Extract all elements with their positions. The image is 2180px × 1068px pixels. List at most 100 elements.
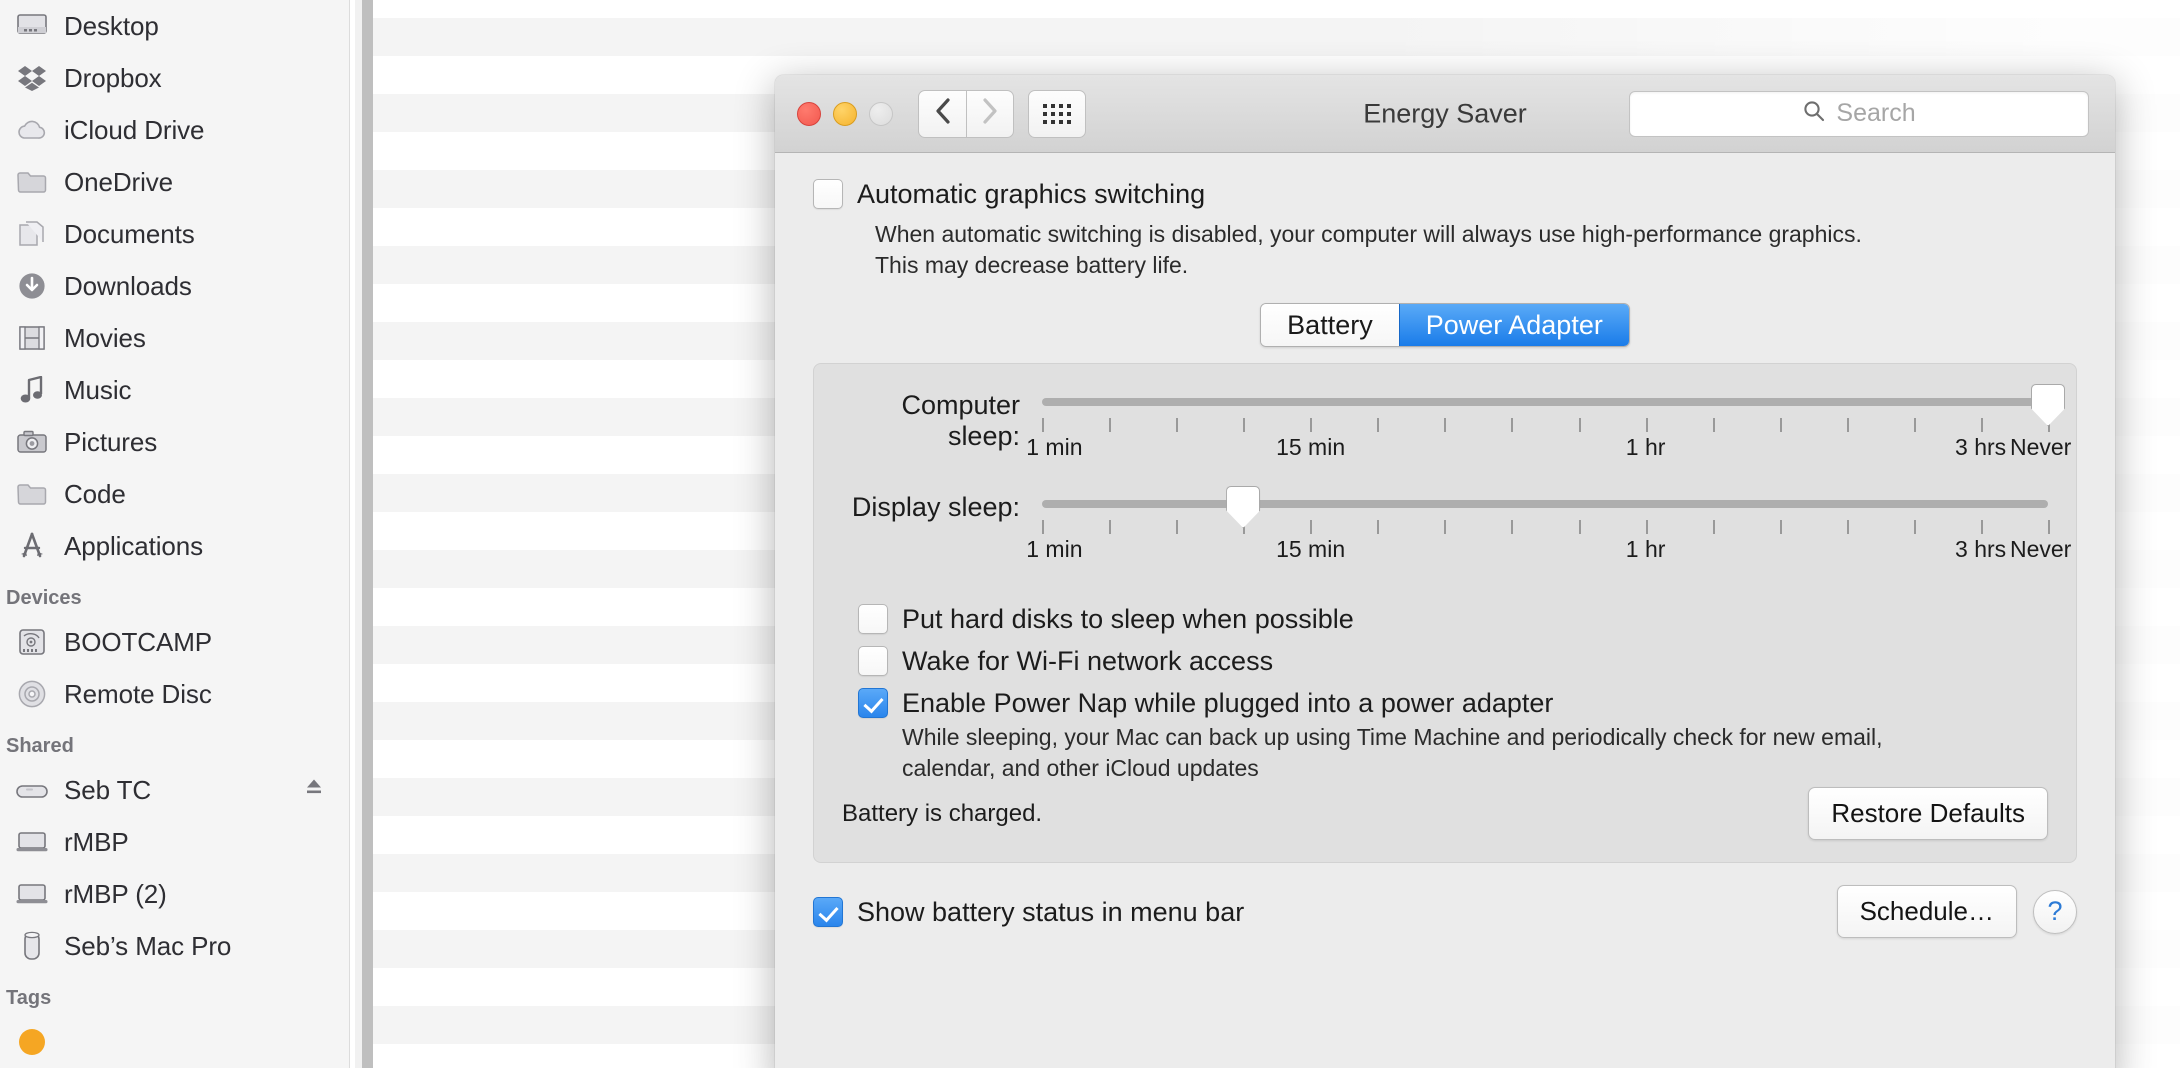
sidebar-item-label: Music	[64, 374, 132, 405]
panel-footer: Battery is charged. Restore Defaults	[842, 787, 2048, 840]
cloud-icon	[14, 114, 50, 146]
sidebar-item-seb-s-mac-pro[interactable]: Seb’s Mac Pro	[0, 920, 349, 972]
computer-sleep-row: Computer sleep: 1 min 15 min 1 hr 3 hrs Neve…	[842, 384, 2071, 478]
sidebar-item-label: Movies	[64, 322, 146, 353]
sidebar-item-label: BOOTCAMP	[64, 626, 212, 657]
sidebar-item-label: rMBP	[64, 826, 129, 857]
help-button[interactable]: ?	[2033, 889, 2077, 934]
automatic-graphics-switching-row[interactable]: Automatic graphics switching	[813, 179, 2077, 209]
sidebar-item-code[interactable]: Code	[0, 468, 349, 520]
computer-sleep-ticks	[1042, 418, 2050, 432]
sidebar-item-tag[interactable]	[0, 1016, 349, 1068]
option-hard-disk-sleep-row[interactable]: Put hard disks to sleep when possible	[858, 604, 2048, 634]
slider-scale-label: 3 hrs	[1955, 434, 2007, 460]
sidebar-item-downloads[interactable]: Downloads	[0, 260, 349, 312]
sidebar-item-bootcamp[interactable]: BOOTCAMP	[0, 616, 349, 668]
slider-tick	[1109, 418, 1112, 432]
tab-power-adapter[interactable]: Power Adapter	[1398, 304, 1629, 346]
hard-disk-icon	[14, 626, 50, 658]
power-source-segmented-control[interactable]: Battery Power Adapter	[1260, 303, 1630, 347]
sidebar-item-label: Desktop	[64, 10, 159, 41]
sidebar-item-remote-disc[interactable]: Remote Disc	[0, 668, 349, 720]
eject-icon[interactable]	[303, 777, 325, 804]
slider-scale-label: 1 min	[1026, 434, 1083, 460]
sidebar-item-icloud-drive[interactable]: iCloud Drive	[0, 104, 349, 156]
slider-tick	[1176, 418, 1179, 432]
sidebar-item-label: Seb’s Mac Pro	[64, 930, 232, 961]
sidebar-item-label: Code	[64, 478, 126, 509]
sidebar-item-label: Documents	[64, 218, 195, 249]
slider-tick	[1444, 418, 1447, 432]
finder-sidebar: Desktop Dropbox iCloud Drive OneDrive Docume…	[0, 0, 350, 1068]
sidebar-item-applications[interactable]: Applications	[0, 520, 349, 572]
power-nap-desc-line1: While sleeping, your Mac can back up usi…	[902, 724, 1883, 750]
sidebar-item-desktop[interactable]: Desktop	[0, 0, 349, 52]
slider-tick	[2048, 520, 2050, 534]
sidebar-item-movies[interactable]: Movies	[0, 312, 349, 364]
show-battery-status-row[interactable]: Show battery status in menu bar	[813, 896, 1244, 927]
option-hard-disk-sleep-checkbox[interactable]	[858, 604, 888, 634]
camera-icon	[14, 426, 50, 458]
show-battery-status-checkbox[interactable]	[813, 896, 843, 927]
mac-pro-icon	[14, 930, 50, 962]
restore-defaults-button[interactable]: Restore Defaults	[1808, 787, 2048, 840]
slider-tick	[1980, 520, 1983, 534]
slider-tick	[1042, 418, 1044, 432]
power-settings-panel: Computer sleep: 1 min 15 min 1 hr 3 hrs Neve…	[813, 363, 2077, 863]
display-sleep-row: Display sleep: 1 min 15 min 1 hr 3 hrs Never	[842, 486, 2071, 580]
slider-tick	[1377, 418, 1380, 432]
sidebar-item-music[interactable]: Music	[0, 364, 349, 416]
schedule-button[interactable]: Schedule…	[1836, 885, 2017, 938]
finder-scrollbar-thumb[interactable]	[362, 0, 373, 1068]
sidebar-item-seb-tc[interactable]: Seb TC	[0, 764, 349, 816]
sidebar-item-label: rMBP (2)	[64, 878, 167, 909]
sidebar-item-rmbp-2[interactable]: rMBP (2)	[0, 868, 349, 920]
battery-status-text: Battery is charged.	[842, 799, 1043, 827]
sidebar-item-label: Remote Disc	[64, 678, 212, 709]
slider-tick	[1310, 520, 1313, 534]
laptop-icon	[14, 878, 50, 910]
power-source-tabs-wrapper: Battery Power Adapter	[813, 303, 2077, 347]
window-titlebar[interactable]: Energy Saver Search	[775, 75, 2115, 153]
option-power-nap-row[interactable]: Enable Power Nap while plugged into a po…	[858, 688, 2048, 718]
power-options-list: Put hard disks to sleep when possible Wa…	[842, 604, 2048, 784]
search-field[interactable]: Search	[1629, 90, 2089, 137]
sidebar-item-pictures[interactable]: Pictures	[0, 416, 349, 468]
slider-tick	[1913, 418, 1916, 432]
sidebar-item-rmbp[interactable]: rMBP	[0, 816, 349, 868]
computer-sleep-scale: 1 min 15 min 1 hr 3 hrs Never	[1026, 434, 2071, 464]
sidebar-item-label: OneDrive	[64, 166, 174, 197]
slider-tick	[1176, 520, 1179, 534]
display-sleep-track[interactable]	[1042, 500, 2048, 508]
tag-dot-icon	[14, 1026, 50, 1058]
sidebar-item-documents[interactable]: Documents	[0, 208, 349, 260]
automatic-graphics-switching-checkbox[interactable]	[813, 179, 843, 209]
power-nap-description: While sleeping, your Mac can back up usi…	[902, 722, 2048, 784]
sidebar-item-dropbox[interactable]: Dropbox	[0, 52, 349, 104]
option-wake-wifi-checkbox[interactable]	[858, 646, 888, 676]
option-power-nap-checkbox[interactable]	[858, 688, 888, 718]
option-hard-disk-sleep-label: Put hard disks to sleep when possible	[902, 604, 1354, 634]
computer-sleep-label: Computer sleep:	[901, 390, 1020, 451]
computer-sleep-slider[interactable]: 1 min 15 min 1 hr 3 hrs Never	[1026, 384, 2071, 478]
display-sleep-slider[interactable]: 1 min 15 min 1 hr 3 hrs Never	[1026, 486, 2071, 580]
tab-battery[interactable]: Battery	[1261, 304, 1399, 346]
slider-tick	[1377, 520, 1380, 534]
option-wake-wifi-row[interactable]: Wake for Wi-Fi network access	[858, 646, 2048, 676]
bottom-actions: Schedule… ?	[1836, 885, 2077, 938]
automatic-graphics-switching-description: When automatic switching is disabled, yo…	[875, 219, 2077, 281]
downloads-icon	[14, 270, 50, 302]
slider-tick	[1645, 418, 1648, 432]
sidebar-item-onedrive[interactable]: OneDrive	[0, 156, 349, 208]
slider-scale-label: Never	[2009, 536, 2072, 562]
slider-scale-label: 1 min	[1026, 536, 1083, 562]
energy-saver-window: Energy Saver Search Automatic graphics s…	[775, 75, 2115, 1068]
computer-sleep-track[interactable]	[1042, 398, 2048, 406]
display-sleep-ticks	[1042, 520, 2050, 534]
desktop-icon	[14, 10, 50, 42]
slider-tick	[1042, 520, 1044, 534]
sidebar-item-label: iCloud Drive	[64, 114, 205, 145]
slider-scale-label: 15 min	[1276, 434, 1346, 460]
documents-icon	[14, 218, 50, 250]
option-power-nap-label: Enable Power Nap while plugged into a po…	[902, 688, 1554, 718]
